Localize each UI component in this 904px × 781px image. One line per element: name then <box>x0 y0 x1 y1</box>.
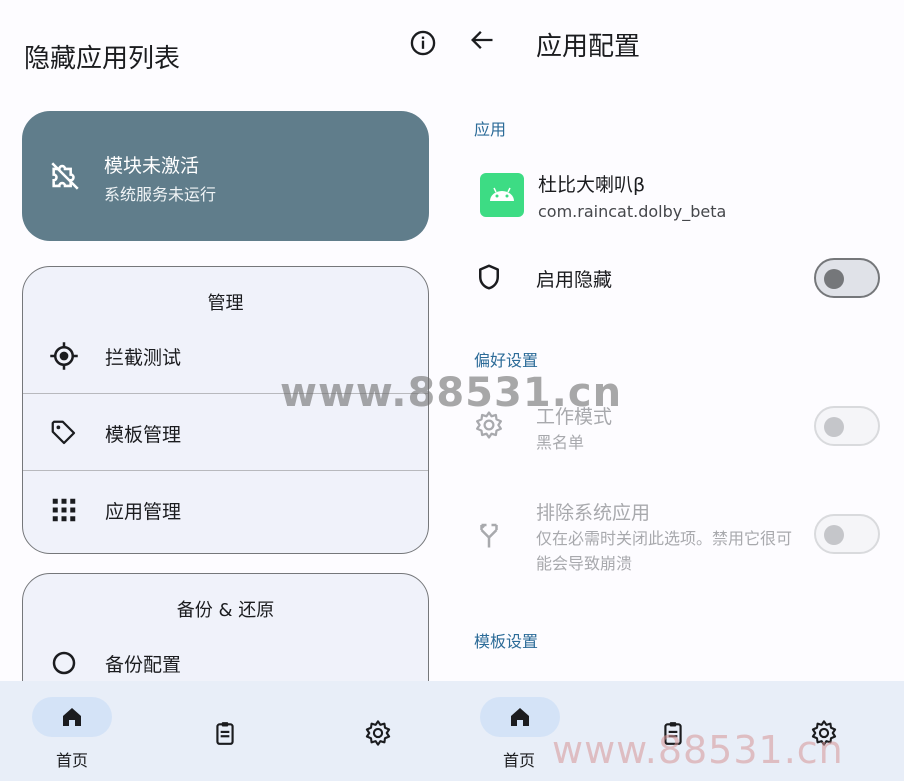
nav-home[interactable]: 首页 <box>480 681 562 781</box>
section-header-templates: 模板设置 <box>474 632 539 651</box>
switch-knob <box>824 417 844 437</box>
arrow-back-icon[interactable] <box>468 26 498 56</box>
section-header-preferences: 偏好设置 <box>474 351 539 370</box>
nav-logs[interactable] <box>212 681 242 781</box>
home-icon <box>59 705 85 733</box>
bottom-navigation: 首页 <box>0 681 452 781</box>
menu-item-label: 备份配置 <box>105 654 182 676</box>
nav-home-label: 首页 <box>503 751 536 770</box>
app-package: com.raincat.dolby_beta <box>538 202 727 221</box>
android-icon <box>480 173 524 217</box>
menu-item-label: 应用管理 <box>105 501 182 523</box>
setting-title: 启用隐藏 <box>536 269 613 291</box>
page-title: 应用配置 <box>536 32 641 62</box>
nav-home[interactable]: 首页 <box>32 681 114 781</box>
gear-icon <box>364 719 392 751</box>
nav-home-label: 首页 <box>56 751 89 770</box>
shield-icon <box>474 262 504 292</box>
nav-settings[interactable] <box>364 681 394 781</box>
page-title: 隐藏应用列表 <box>24 44 181 74</box>
backup-title: 备份 & 还原 <box>176 600 275 621</box>
module-status-card[interactable]: 模块未激活 系统服务未运行 <box>22 111 429 241</box>
status-title: 模块未激活 <box>104 155 200 177</box>
manage-title: 管理 <box>207 293 244 314</box>
menu-item-label: 模板管理 <box>105 424 182 446</box>
status-subtitle: 系统服务未运行 <box>104 185 217 204</box>
watermark-corner: www.88531.cn <box>552 728 844 772</box>
setting-subtitle: 黑名单 <box>536 433 585 452</box>
section-header-app: 应用 <box>474 120 507 139</box>
tag-icon <box>49 418 79 448</box>
extension-off-icon <box>48 159 82 193</box>
app-name: 杜比大喇叭β <box>538 174 646 196</box>
home-icon <box>507 705 533 733</box>
exclude-system-switch[interactable] <box>814 514 880 554</box>
enable-hide-switch[interactable] <box>814 258 880 298</box>
call-split-icon <box>474 520 504 550</box>
apps-grid-icon <box>49 495 79 525</box>
backup-icon <box>49 648 79 678</box>
work-mode-switch[interactable] <box>814 406 880 446</box>
setting-subtitle: 仅在必需时关闭此选项。禁用它很可能会导致崩溃 <box>536 529 793 573</box>
menu-item-app-manage[interactable]: 应用管理 <box>23 471 428 547</box>
gps-target-icon <box>49 341 79 371</box>
info-icon[interactable] <box>408 28 438 58</box>
watermark-center: www.88531.cn <box>280 370 623 416</box>
switch-knob <box>824 525 844 545</box>
switch-knob <box>824 269 844 289</box>
menu-item-label: 拦截测试 <box>105 347 182 369</box>
setting-title: 排除系统应用 <box>536 502 651 524</box>
clipboard-icon <box>212 719 238 751</box>
